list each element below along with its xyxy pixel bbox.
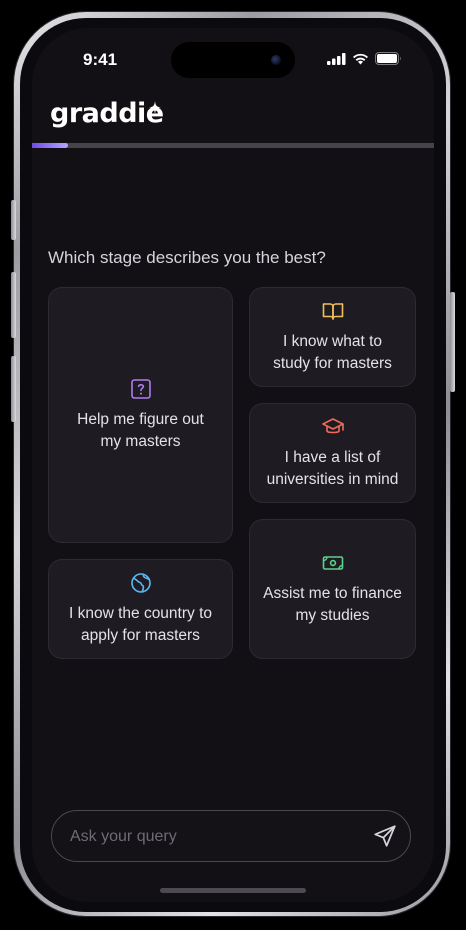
home-indicator xyxy=(160,888,306,893)
app-screen: 9:41 graddie Which stage describes you t xyxy=(32,28,434,902)
option-card-know-the-country[interactable]: I know the country to apply for masters xyxy=(48,559,233,659)
graduation-cap-icon xyxy=(321,418,344,434)
sparkle-icon xyxy=(149,101,163,117)
query-input[interactable] xyxy=(68,811,352,862)
wifi-icon xyxy=(353,53,368,64)
option-card-know-what-to-study[interactable]: I know what to study for masters xyxy=(249,287,416,387)
globe-icon xyxy=(130,573,151,593)
option-label: Help me figure out my masters xyxy=(77,411,204,450)
open-book-icon xyxy=(322,303,343,320)
status-icons xyxy=(327,52,402,65)
front-camera-icon xyxy=(271,55,281,65)
option-label: I have a list of universities in mind xyxy=(266,449,399,488)
query-bar xyxy=(51,810,411,862)
send-icon[interactable] xyxy=(372,823,398,849)
option-label: I know what to study for masters xyxy=(273,333,392,372)
page-title: Which stage describes you the best? xyxy=(48,248,326,267)
status-time: 9:41 xyxy=(83,50,118,69)
banknote-icon xyxy=(322,556,343,570)
option-label: Assist me to finance my studies xyxy=(263,585,402,624)
volume-up-button xyxy=(11,272,16,338)
question-mark-icon xyxy=(130,379,151,399)
battery-icon xyxy=(375,52,401,65)
progress-fill xyxy=(32,143,69,148)
dynamic-island xyxy=(171,42,295,78)
option-label: I know the country to apply for masters xyxy=(68,605,213,644)
option-card-list-of-universities[interactable]: I have a list of universities in mind xyxy=(249,403,416,503)
option-card-finance-studies[interactable]: Assist me to finance my studies xyxy=(249,519,416,659)
cellular-signal-icon xyxy=(327,52,346,65)
option-card-figure-out-masters[interactable]: Help me figure out my masters xyxy=(48,287,233,543)
volume-down-button xyxy=(11,356,16,422)
onboarding-progress-bar xyxy=(32,143,434,148)
action-button xyxy=(11,200,16,240)
power-button xyxy=(450,292,455,392)
